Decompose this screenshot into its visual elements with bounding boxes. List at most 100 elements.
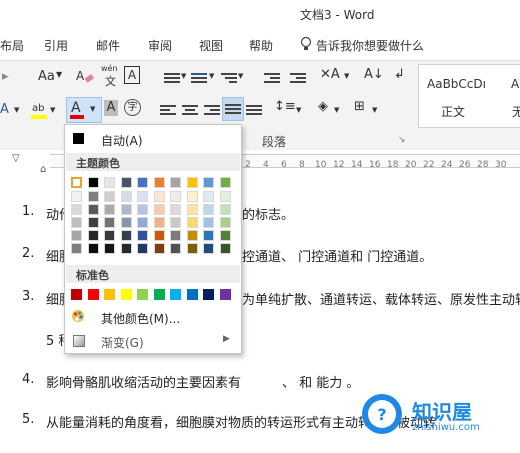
borders-dropdown-icon[interactable]: ▼: [372, 106, 377, 114]
theme-color-swatch[interactable]: [137, 243, 148, 254]
theme-color-swatch[interactable]: [71, 191, 82, 202]
theme-color-swatch[interactable]: [170, 177, 181, 188]
theme-color-swatch[interactable]: [186, 191, 198, 202]
theme-color-swatch[interactable]: [170, 230, 181, 241]
theme-color-swatch[interactable]: [186, 230, 198, 241]
theme-color-swatch[interactable]: [153, 230, 165, 241]
char-border-button[interactable]: A: [124, 66, 140, 84]
theme-color-swatch[interactable]: [186, 177, 198, 188]
numbering-icon[interactable]: [191, 71, 207, 85]
tab-mailings[interactable]: 邮件: [96, 37, 120, 54]
theme-color-swatch[interactable]: [170, 204, 181, 215]
theme-color-swatch[interactable]: [170, 191, 181, 202]
theme-color-swatch[interactable]: [120, 243, 132, 254]
list-item-text[interactable]: 控通道、 门控通道和 门控通道。: [242, 246, 432, 265]
increase-indent-icon[interactable]: [290, 71, 306, 85]
theme-color-swatch[interactable]: [120, 230, 132, 241]
list-item-text[interactable]: 影响骨骼肌收缩活动的主要因素有: [46, 372, 241, 391]
theme-color-swatch[interactable]: [170, 243, 181, 254]
theme-color-swatch[interactable]: [120, 217, 132, 228]
justify-button[interactable]: [222, 97, 244, 121]
theme-color-swatch[interactable]: [203, 243, 214, 254]
bullets-icon[interactable]: [164, 71, 180, 85]
theme-color-swatch[interactable]: [203, 230, 214, 241]
theme-color-swatch[interactable]: [203, 191, 214, 202]
chinese-layout-icon[interactable]: ✕A: [320, 67, 340, 82]
line-spacing-dropdown-icon[interactable]: ▼: [296, 106, 301, 114]
theme-color-swatch[interactable]: [104, 177, 115, 188]
theme-color-swatch[interactable]: [137, 204, 148, 215]
sort-icon[interactable]: A↓: [364, 67, 384, 82]
theme-color-swatch[interactable]: [71, 177, 82, 188]
change-case-button[interactable]: Aa: [38, 69, 55, 84]
align-center-icon[interactable]: [182, 103, 198, 117]
styles-gallery[interactable]: AaBbCcDı AaB 正文 无: [418, 64, 520, 128]
show-marks-icon[interactable]: ↲: [394, 67, 405, 82]
shading-icon[interactable]: ◈: [318, 99, 328, 114]
text-effects-icon[interactable]: A: [0, 102, 9, 117]
standard-color-swatch[interactable]: [104, 289, 115, 300]
ruler-tab-marker-icon[interactable]: ⌂: [40, 164, 46, 175]
theme-color-swatch[interactable]: [170, 217, 181, 228]
theme-color-swatch[interactable]: [219, 191, 231, 202]
theme-color-swatch[interactable]: [120, 191, 132, 202]
text-effects-dropdown-icon[interactable]: ▼: [14, 106, 19, 114]
theme-color-swatch[interactable]: [87, 230, 99, 241]
auto-color-item[interactable]: 自动(A): [65, 129, 239, 149]
char-shading-icon[interactable]: A: [104, 100, 118, 116]
theme-color-swatch[interactable]: [219, 217, 231, 228]
theme-color-swatch[interactable]: [137, 177, 148, 188]
theme-color-swatch[interactable]: [219, 230, 231, 241]
theme-color-swatch[interactable]: [137, 230, 148, 241]
standard-color-swatch[interactable]: [203, 289, 214, 300]
theme-color-swatch[interactable]: [153, 217, 165, 228]
theme-color-swatch[interactable]: [153, 177, 165, 188]
tab-references[interactable]: 引用: [44, 37, 68, 54]
tell-me-box[interactable]: 告诉我你想要做什么: [316, 37, 424, 54]
theme-color-swatch[interactable]: [87, 217, 99, 228]
theme-color-swatch[interactable]: [71, 243, 82, 254]
change-case-dropdown-icon[interactable]: ▼: [56, 70, 62, 79]
list-item-text[interactable]: 、 和 能力 。: [282, 372, 359, 391]
enclose-char-icon[interactable]: 字: [124, 99, 141, 116]
theme-color-swatch[interactable]: [137, 217, 148, 228]
chinese-layout-dropdown-icon[interactable]: ▼: [344, 72, 349, 80]
theme-color-swatch[interactable]: [71, 230, 82, 241]
theme-color-swatch[interactable]: [219, 204, 231, 215]
theme-color-swatch[interactable]: [137, 191, 148, 202]
theme-color-swatch[interactable]: [104, 191, 115, 202]
standard-color-swatch[interactable]: [186, 289, 198, 300]
theme-color-swatch[interactable]: [104, 243, 115, 254]
tab-review[interactable]: 审阅: [148, 37, 172, 54]
more-colors-item[interactable]: 其他颜色(M)...: [65, 307, 239, 327]
theme-color-swatch[interactable]: [219, 243, 231, 254]
standard-color-swatch[interactable]: [120, 289, 132, 300]
list-item-text[interactable]: 为单纯扩散、通道转运、载体转运、原发性主动转: [242, 289, 520, 308]
theme-color-swatch[interactable]: [203, 177, 214, 188]
theme-color-swatch[interactable]: [87, 243, 99, 254]
ruler-indent-marker-icon[interactable]: ▽: [12, 153, 20, 164]
theme-color-swatch[interactable]: [153, 204, 165, 215]
align-right-icon[interactable]: [204, 103, 220, 117]
standard-color-swatch[interactable]: [71, 289, 82, 300]
standard-color-swatch[interactable]: [87, 289, 99, 300]
decrease-indent-icon[interactable]: [264, 71, 280, 85]
numbering-dropdown-icon[interactable]: ▼: [209, 72, 214, 80]
highlight-dropdown-icon[interactable]: ▼: [50, 106, 55, 114]
bullets-dropdown-icon[interactable]: ▼: [181, 72, 186, 80]
standard-color-swatch[interactable]: [219, 289, 231, 300]
highlight-icon[interactable]: ab: [30, 99, 48, 125]
standard-color-swatch[interactable]: [153, 289, 165, 300]
ribbon-more-icon[interactable]: ▸: [2, 69, 9, 84]
clear-format-icon[interactable]: A: [76, 67, 94, 89]
standard-color-swatch[interactable]: [170, 289, 181, 300]
multilevel-dropdown-icon[interactable]: ▼: [238, 72, 243, 80]
paragraph-launcher-icon[interactable]: ↘: [398, 135, 406, 145]
theme-color-swatch[interactable]: [186, 204, 198, 215]
standard-color-swatch[interactable]: [137, 289, 148, 300]
theme-color-swatch[interactable]: [203, 204, 214, 215]
align-left-icon[interactable]: [160, 103, 176, 117]
theme-color-swatch[interactable]: [153, 243, 165, 254]
theme-color-swatch[interactable]: [71, 217, 82, 228]
theme-color-swatch[interactable]: [120, 177, 132, 188]
